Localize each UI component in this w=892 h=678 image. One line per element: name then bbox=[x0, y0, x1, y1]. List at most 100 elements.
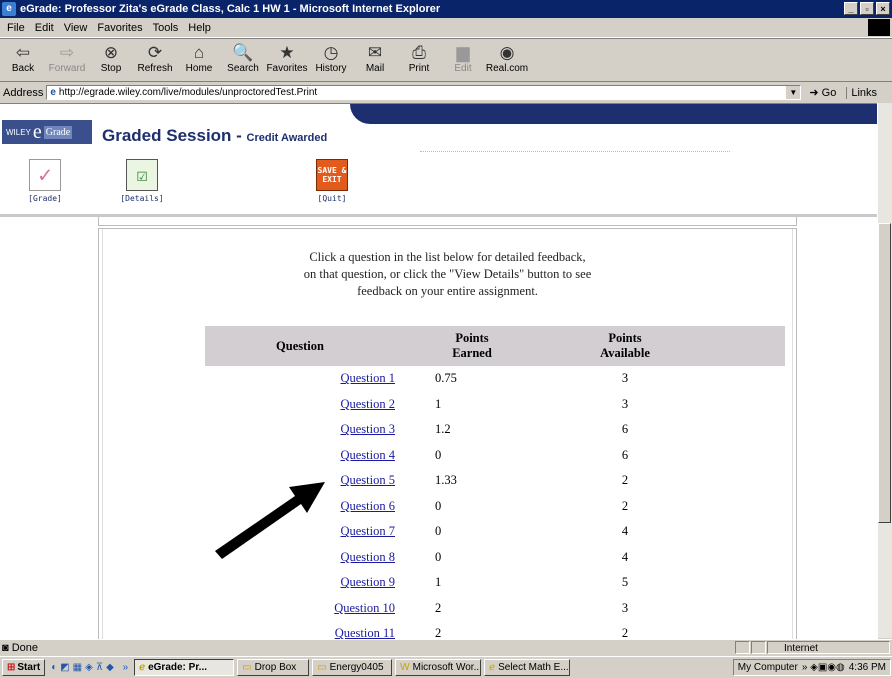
table-row: Question 4 0 6 bbox=[205, 443, 785, 469]
spacer-cell bbox=[705, 596, 785, 622]
question-link[interactable]: Question 10 bbox=[334, 601, 395, 615]
points-available-cell: 3 bbox=[621, 396, 629, 411]
question-link[interactable]: Question 7 bbox=[340, 524, 395, 538]
question-link[interactable]: Question 11 bbox=[335, 626, 395, 639]
header-band bbox=[350, 104, 878, 124]
quit-nav[interactable]: SAVE & EXIT [Quit] bbox=[302, 159, 362, 203]
details-nav[interactable]: ☑ [Details] bbox=[112, 159, 172, 203]
instructions: Click a question in the list below for d… bbox=[99, 249, 796, 300]
status-cell bbox=[735, 641, 750, 654]
taskbar-button-label: Select Math E... bbox=[498, 662, 569, 673]
toolbar-history-button[interactable]: ◷ History bbox=[310, 39, 352, 74]
points-available-cell: 2 bbox=[621, 626, 629, 639]
spacer-cell bbox=[705, 494, 785, 520]
go-button[interactable]: ➜ Go bbox=[809, 86, 836, 99]
taskbar-button[interactable]: ▭ Energy0405 bbox=[312, 659, 393, 676]
points-earned-cell: 1 bbox=[435, 575, 442, 590]
window-title: eGrade: Professor Zita's eGrade Class, C… bbox=[20, 3, 441, 15]
question-link[interactable]: Question 8 bbox=[340, 550, 395, 564]
taskbar-button[interactable]: ℯ eGrade: Pr... bbox=[134, 659, 235, 676]
spacer-cell bbox=[705, 468, 785, 494]
taskbar-button[interactable]: W Microsoft Wor... bbox=[395, 659, 482, 676]
menu-edit[interactable]: Edit bbox=[35, 22, 54, 34]
points-available-cell: 2 bbox=[621, 498, 629, 513]
address-dropdown-icon[interactable]: ▼ bbox=[786, 86, 801, 99]
windows-logo-icon bbox=[868, 19, 890, 36]
question-link[interactable]: Question 2 bbox=[340, 397, 395, 411]
toolbar-button-label: Back bbox=[11, 63, 35, 74]
taskbar-button-label: Energy0405 bbox=[329, 662, 384, 673]
table-row: Question 3 1.2 6 bbox=[205, 417, 785, 443]
taskbar-button-label: Microsoft Wor... bbox=[412, 662, 482, 673]
scrollbar-thumb[interactable] bbox=[878, 223, 891, 523]
spacer-cell bbox=[705, 417, 785, 443]
points-earned-cell: 0 bbox=[435, 524, 442, 539]
grade-nav[interactable]: ✓ [Grade] bbox=[15, 159, 75, 203]
print-icon: ⎙ bbox=[412, 43, 426, 62]
question-link[interactable]: Question 6 bbox=[340, 499, 395, 513]
tray-my-computer[interactable]: My Computer bbox=[738, 662, 798, 673]
page-title-text: Graded Session bbox=[102, 126, 232, 145]
points-earned-cell: 2 bbox=[435, 600, 442, 615]
menu-tools[interactable]: Tools bbox=[153, 22, 179, 34]
close-button[interactable]: × bbox=[876, 2, 890, 15]
question-link[interactable]: Question 9 bbox=[340, 575, 395, 589]
toolbar-print-button[interactable]: ⎙ Print bbox=[398, 39, 440, 74]
table-row: Question 2 1 3 bbox=[205, 392, 785, 418]
tray-icons[interactable]: » ◈▣◉◍ bbox=[802, 662, 845, 673]
header-points-available-label: Points Available bbox=[600, 331, 650, 360]
table-row: Question 11 2 2 bbox=[205, 621, 785, 639]
toolbar-search-button[interactable]: 🔍 Search bbox=[222, 39, 264, 74]
question-link[interactable]: Question 5 bbox=[340, 473, 395, 487]
points-earned-cell: 2 bbox=[435, 626, 442, 639]
toolbar-button-label: Favorites bbox=[266, 63, 308, 74]
ie-icon: e bbox=[2, 2, 16, 16]
toolbar-real-com-button[interactable]: ◉ Real.com bbox=[486, 39, 528, 74]
links-button[interactable]: Links bbox=[846, 86, 877, 99]
points-earned-cell: 0 bbox=[435, 549, 442, 564]
header-points-earned: Points Earned bbox=[399, 326, 545, 366]
question-link[interactable]: Question 3 bbox=[340, 422, 395, 436]
stop-icon: ⊗ bbox=[103, 43, 119, 62]
forward-arrow-icon: ⇨ bbox=[59, 43, 75, 62]
clock: 4:36 PM bbox=[848, 662, 886, 673]
points-earned-cell: 1 bbox=[435, 396, 442, 411]
menu-bar: File Edit View Favorites Tools Help bbox=[0, 18, 892, 38]
toolbar-forward-button[interactable]: ⇨ Forward bbox=[46, 39, 88, 74]
ie-window-icon: ℯ bbox=[139, 662, 146, 673]
toolbar-button-label: Search bbox=[227, 63, 259, 74]
windows-flag-icon: ⊞ bbox=[7, 662, 16, 673]
menu-view[interactable]: View bbox=[64, 22, 88, 34]
toolbar-refresh-button[interactable]: ⟳ Refresh bbox=[134, 39, 176, 74]
page-icon: e bbox=[50, 87, 56, 98]
folder-icon: ▭ bbox=[242, 662, 252, 673]
vertical-scrollbar[interactable] bbox=[877, 103, 892, 638]
toolbar-mail-button[interactable]: ✉ Mail bbox=[354, 39, 396, 74]
question-link[interactable]: Question 1 bbox=[340, 371, 395, 385]
toolbar-back-button[interactable]: ⇦ Back bbox=[2, 39, 44, 74]
toolbar-stop-button[interactable]: ⊗ Stop bbox=[90, 39, 132, 74]
egrade-logo: WILEY e Grade bbox=[2, 120, 92, 144]
address-input[interactable]: e http://egrade.wiley.com/live/modules/u… bbox=[46, 85, 802, 100]
maximize-button[interactable]: ▫ bbox=[860, 2, 874, 15]
toolbar-favorites-button[interactable]: ★ Favorites bbox=[266, 39, 308, 74]
table-row: Question 9 1 5 bbox=[205, 570, 785, 596]
taskbar-button[interactable]: ▭ Drop Box bbox=[237, 659, 310, 676]
start-label: Start bbox=[17, 662, 41, 673]
quick-launch-icons[interactable]: ◐◩▦◈⊼◆ » bbox=[51, 662, 131, 673]
start-button[interactable]: ⊞ Start bbox=[2, 659, 46, 676]
toolbar-home-button[interactable]: ⌂ Home bbox=[178, 39, 220, 74]
real-icon: ◉ bbox=[499, 43, 515, 62]
taskbar-button[interactable]: ℯ Select Math E... bbox=[484, 659, 571, 676]
menu-favorites[interactable]: Favorites bbox=[97, 22, 142, 34]
menu-help[interactable]: Help bbox=[188, 22, 211, 34]
quit-nav-label: [Quit] bbox=[317, 194, 347, 203]
minimize-button[interactable]: _ bbox=[844, 2, 858, 15]
back-arrow-icon: ⇦ bbox=[15, 43, 31, 62]
taskbar: ⊞ Start ◐◩▦◈⊼◆ » ℯ eGrade: Pr... ▭ Drop Box ▭… bbox=[0, 656, 892, 678]
page-content: WILEY e Grade Graded Session - Credit Aw… bbox=[0, 103, 878, 639]
toolbar-edit-button[interactable]: ▆ Edit bbox=[442, 39, 484, 74]
question-link[interactable]: Question 4 bbox=[340, 448, 395, 462]
save-exit-icon: SAVE & EXIT bbox=[316, 159, 348, 191]
menu-file[interactable]: File bbox=[7, 22, 25, 34]
